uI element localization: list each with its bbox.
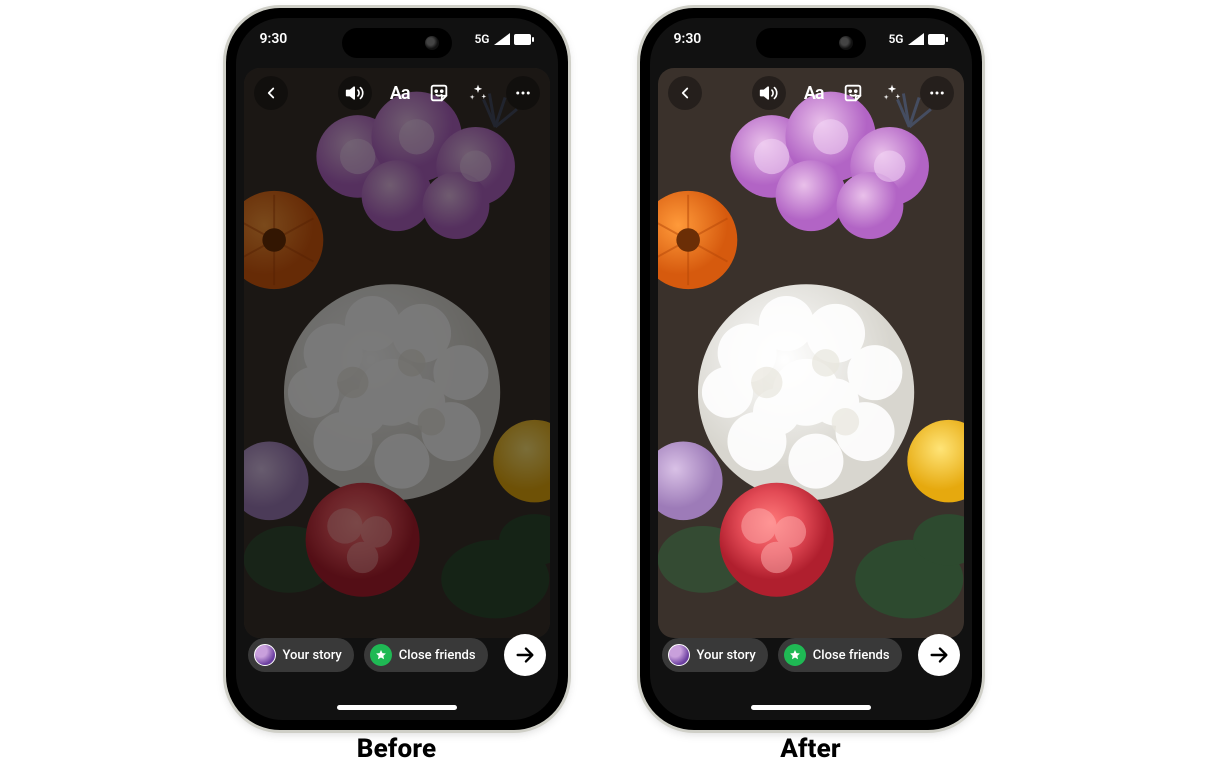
more-button[interactable] xyxy=(506,76,540,110)
front-camera xyxy=(839,36,853,50)
signal-icon xyxy=(494,33,510,45)
sticker-icon xyxy=(842,82,864,104)
back-button[interactable] xyxy=(668,76,702,110)
text-tool-button[interactable]: Aa xyxy=(804,83,824,104)
back-button[interactable] xyxy=(254,76,288,110)
your-story-button[interactable]: Your story xyxy=(248,638,354,672)
arrow-right-icon xyxy=(514,644,536,666)
status-time: 9:30 xyxy=(260,31,288,47)
audio-button[interactable] xyxy=(752,76,786,110)
screen: 9:30 5G xyxy=(236,18,558,720)
sticker-button[interactable] xyxy=(842,82,864,104)
arrow-right-icon xyxy=(928,644,950,666)
screen: 9:30 5G xyxy=(650,18,972,720)
effects-button[interactable] xyxy=(468,83,488,103)
status-network: 5G xyxy=(474,32,489,46)
sparkle-icon xyxy=(468,83,488,103)
share-bar: Your story Close friends xyxy=(248,634,546,676)
avatar-icon xyxy=(254,644,276,666)
close-friends-label: Close friends xyxy=(813,648,890,663)
close-friends-label: Close friends xyxy=(399,648,476,663)
status-network: 5G xyxy=(888,32,903,46)
share-bar: Your story Close friends xyxy=(662,634,960,676)
star-icon xyxy=(375,649,387,661)
more-button[interactable] xyxy=(920,76,954,110)
story-canvas[interactable]: Aa xyxy=(658,68,964,638)
status-time: 9:30 xyxy=(674,31,702,47)
caption-before: Before xyxy=(357,734,437,764)
ellipsis-icon xyxy=(928,84,946,102)
chevron-left-icon xyxy=(262,84,280,102)
battery-icon xyxy=(514,34,534,45)
caption-after: After xyxy=(780,734,841,764)
signal-icon xyxy=(908,33,924,45)
story-photo xyxy=(658,68,964,638)
battery-icon xyxy=(928,34,948,45)
story-toolbar: Aa xyxy=(668,76,954,110)
home-indicator[interactable] xyxy=(337,705,457,710)
speaker-icon xyxy=(345,83,365,103)
your-story-button[interactable]: Your story xyxy=(662,638,768,672)
phone-after: 9:30 5G xyxy=(640,8,982,730)
phone-before: 9:30 5G xyxy=(226,8,568,730)
send-button[interactable] xyxy=(918,634,960,676)
close-friends-icon xyxy=(370,644,392,666)
close-friends-icon xyxy=(784,644,806,666)
ellipsis-icon xyxy=(514,84,532,102)
star-icon xyxy=(789,649,801,661)
avatar-icon xyxy=(668,644,690,666)
text-tool-button[interactable]: Aa xyxy=(390,83,410,104)
sticker-icon xyxy=(428,82,450,104)
your-story-label: Your story xyxy=(283,648,342,663)
story-canvas[interactable]: Aa xyxy=(244,68,550,638)
audio-button[interactable] xyxy=(338,76,372,110)
close-friends-button[interactable]: Close friends xyxy=(778,638,902,672)
sticker-button[interactable] xyxy=(428,82,450,104)
send-button[interactable] xyxy=(504,634,546,676)
sparkle-icon xyxy=(882,83,902,103)
speaker-icon xyxy=(759,83,779,103)
effects-button[interactable] xyxy=(882,83,902,103)
story-photo xyxy=(244,68,550,638)
chevron-left-icon xyxy=(676,84,694,102)
close-friends-button[interactable]: Close friends xyxy=(364,638,488,672)
home-indicator[interactable] xyxy=(751,705,871,710)
front-camera xyxy=(425,36,439,50)
your-story-label: Your story xyxy=(697,648,756,663)
story-toolbar: Aa xyxy=(254,76,540,110)
